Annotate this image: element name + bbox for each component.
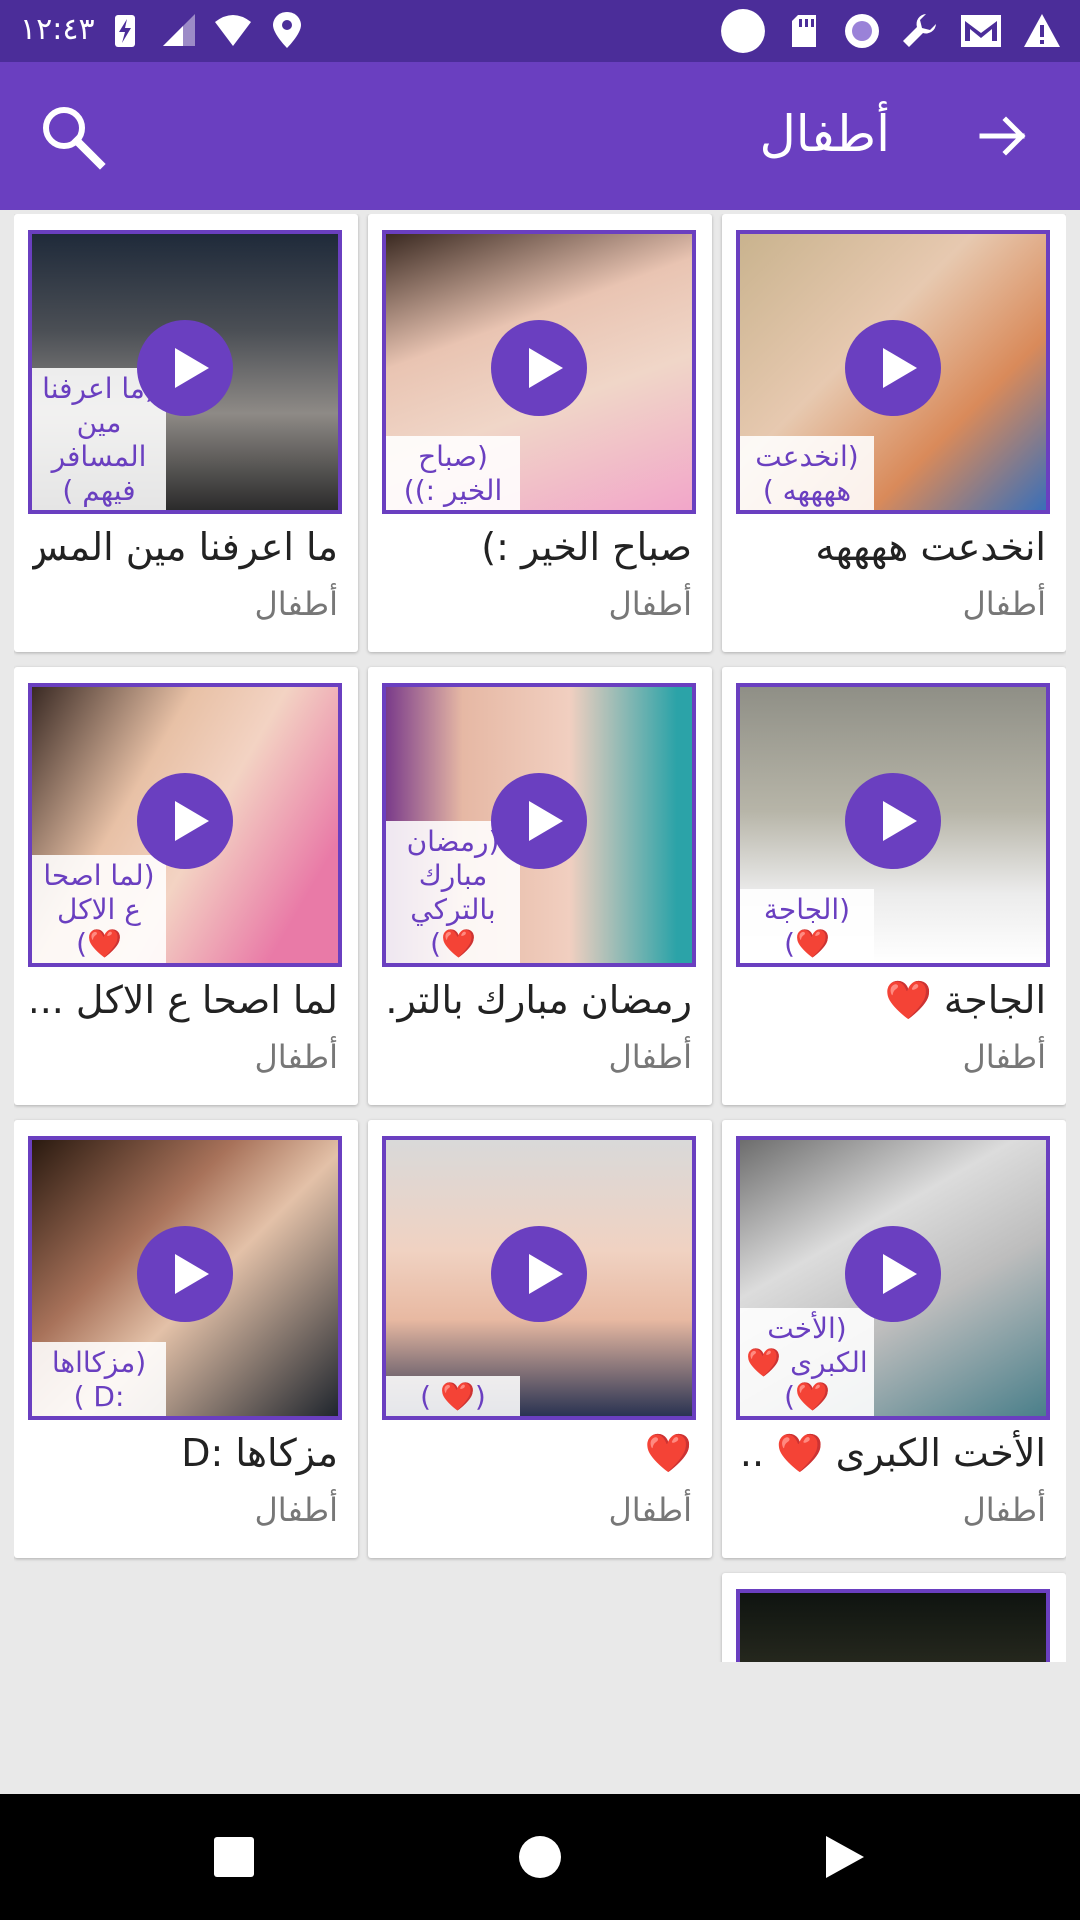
play-icon[interactable] bbox=[491, 1226, 587, 1322]
thumbnail-caption: (الجاجة ❤️) bbox=[740, 889, 874, 963]
video-title[interactable]: لما اصحا ع الاكل ... bbox=[32, 975, 338, 1025]
app-bar: أطفال bbox=[0, 62, 1080, 210]
video-category: أطفال bbox=[608, 585, 692, 623]
video-card[interactable]: (رمضان مبارك بالتركي ❤️) رمضان مبارك بال… bbox=[368, 667, 712, 1105]
wrench-icon bbox=[903, 14, 936, 47]
video-card[interactable]: (صباح الخير :)) صباح الخير :) أطفال bbox=[368, 214, 712, 652]
circle-icon[interactable] bbox=[519, 1836, 561, 1878]
battery-saver-icon bbox=[115, 15, 135, 47]
video-thumbnail[interactable]: (❤️ ) bbox=[382, 1136, 696, 1420]
video-thumbnail[interactable]: (ما اعرفنا مين المسافر فيهم ) bbox=[28, 230, 342, 514]
triangle-icon[interactable] bbox=[826, 1836, 864, 1878]
video-title[interactable]: رمضان مبارك بالتر... bbox=[386, 975, 692, 1025]
arrow-right-icon[interactable] bbox=[974, 106, 1034, 166]
video-card[interactable]: (انخدعت ههههه ) انخدعت ههههه أطفال bbox=[722, 214, 1066, 652]
location-icon bbox=[273, 12, 301, 48]
video-thumbnail[interactable]: (رمضان مبارك بالتركي ❤️) bbox=[382, 683, 696, 967]
video-category: أطفال bbox=[254, 1038, 338, 1076]
mail-icon bbox=[961, 15, 1001, 47]
video-category: أطفال bbox=[254, 1491, 338, 1529]
status-right-icons bbox=[720, 9, 1062, 53]
video-title[interactable]: ❤️ bbox=[386, 1428, 692, 1478]
video-card[interactable]: (الأخت الكبرى ❤️ ❤️) الأخت الكبرى ❤️ ...… bbox=[722, 1120, 1066, 1558]
video-title[interactable]: ما اعرفنا مين المس.. bbox=[32, 522, 338, 572]
play-icon[interactable] bbox=[137, 320, 233, 416]
page-title: أطفال bbox=[759, 105, 890, 163]
video-thumbnail[interactable]: (الأخت الكبرى ❤️ ❤️) bbox=[736, 1136, 1050, 1420]
video-title[interactable]: صباح الخير :) bbox=[386, 522, 692, 572]
video-grid: (انخدعت ههههه ) انخدعت ههههه أطفال (صباح… bbox=[14, 214, 1066, 1662]
status-time: ١٢:٤٣ bbox=[20, 12, 95, 47]
video-category: أطفال bbox=[608, 1491, 692, 1529]
video-thumbnail[interactable] bbox=[736, 1589, 1050, 1662]
search-icon[interactable] bbox=[36, 100, 108, 172]
sd-card-icon bbox=[792, 15, 816, 47]
video-category: أطفال bbox=[962, 1491, 1046, 1529]
video-category: أطفال bbox=[962, 1038, 1046, 1076]
play-icon[interactable] bbox=[845, 773, 941, 869]
thumbnail-caption: (❤️ ) bbox=[386, 1376, 520, 1416]
video-category: أطفال bbox=[962, 585, 1046, 623]
signal-icon bbox=[163, 14, 195, 46]
play-icon[interactable] bbox=[491, 320, 587, 416]
thumbnail-caption: (انخدعت ههههه ) bbox=[740, 436, 874, 510]
video-category: أطفال bbox=[254, 585, 338, 623]
square-icon[interactable] bbox=[214, 1837, 254, 1877]
video-thumbnail[interactable]: (انخدعت ههههه ) bbox=[736, 230, 1050, 514]
video-card[interactable] bbox=[722, 1573, 1066, 1662]
video-card[interactable]: (❤️ ) ❤️ أطفال bbox=[368, 1120, 712, 1558]
video-thumbnail[interactable]: (الجاجة ❤️) bbox=[736, 683, 1050, 967]
thumbnail-caption: (مزكااها :D ) bbox=[32, 1342, 166, 1416]
play-icon[interactable] bbox=[137, 773, 233, 869]
video-thumbnail[interactable]: (صباح الخير :)) bbox=[382, 230, 696, 514]
video-thumbnail[interactable]: (مزكااها :D ) bbox=[28, 1136, 342, 1420]
record-icon bbox=[721, 9, 765, 53]
video-title[interactable]: الأخت الكبرى ❤️ ... bbox=[740, 1428, 1046, 1478]
wifi-icon bbox=[215, 15, 251, 46]
video-thumbnail[interactable]: (لما اصحا ع الاكل ❤️) bbox=[28, 683, 342, 967]
play-icon[interactable] bbox=[845, 320, 941, 416]
video-card[interactable]: (لما اصحا ع الاكل ❤️) لما اصحا ع الاكل .… bbox=[14, 667, 358, 1105]
play-icon[interactable] bbox=[491, 773, 587, 869]
alert-icon bbox=[1024, 14, 1060, 47]
thumbnail-caption: (صباح الخير :)) bbox=[386, 436, 520, 510]
thumbnail-caption: (لما اصحا ع الاكل ❤️) bbox=[32, 855, 166, 963]
video-card[interactable]: (الجاجة ❤️) الجاجة ❤️ أطفال bbox=[722, 667, 1066, 1105]
video-card[interactable]: (مزكااها :D ) مزكاها :D أطفال bbox=[14, 1120, 358, 1558]
radio-icon bbox=[845, 14, 879, 48]
video-card[interactable]: (ما اعرفنا مين المسافر فيهم ) ما اعرفنا … bbox=[14, 214, 358, 652]
video-title[interactable]: مزكاها :D bbox=[32, 1428, 338, 1478]
video-title[interactable]: الجاجة ❤️ bbox=[740, 975, 1046, 1025]
status-bar: ١٢:٤٣ bbox=[0, 0, 1080, 62]
thumbnail-caption: (الأخت الكبرى ❤️ ❤️) bbox=[740, 1308, 874, 1416]
play-icon[interactable] bbox=[137, 1226, 233, 1322]
status-left-icons bbox=[105, 10, 307, 50]
system-nav-bar bbox=[0, 1794, 1080, 1920]
play-icon[interactable] bbox=[845, 1226, 941, 1322]
video-title[interactable]: انخدعت ههههه bbox=[740, 522, 1046, 572]
video-category: أطفال bbox=[608, 1038, 692, 1076]
